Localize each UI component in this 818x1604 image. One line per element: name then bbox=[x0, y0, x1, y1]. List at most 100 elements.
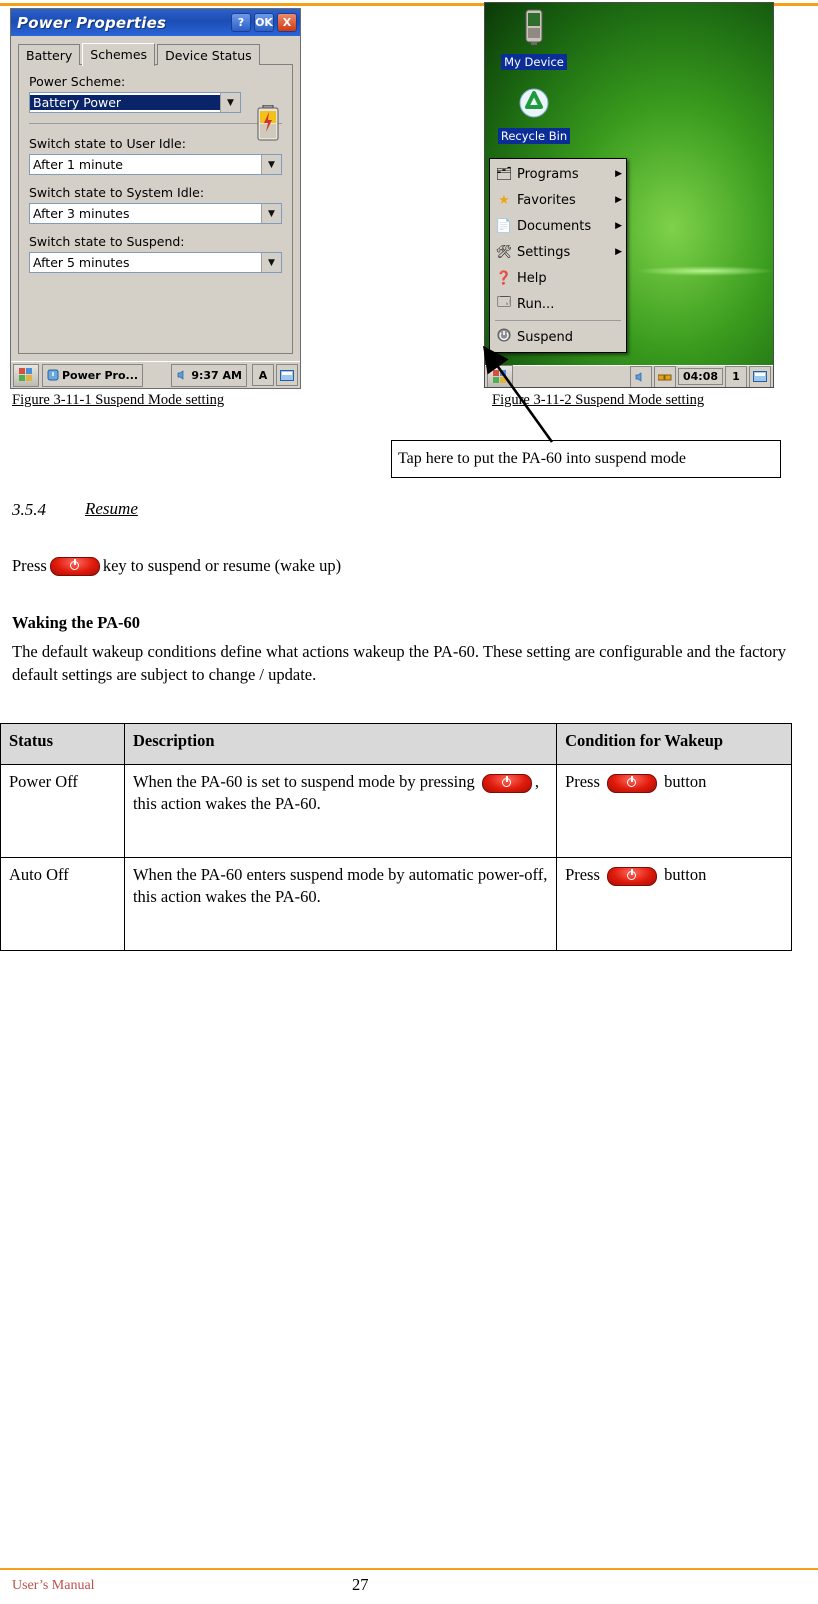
power-scheme-label: Power Scheme: bbox=[29, 74, 126, 89]
tab-schemes[interactable]: Schemes bbox=[82, 43, 156, 66]
favorites-star-icon: ★ bbox=[498, 192, 510, 208]
start-menu-item-favorites[interactable]: ★ Favorites ▶ bbox=[490, 187, 626, 213]
power-key-icon bbox=[607, 773, 658, 793]
dialog-title: Power Properties bbox=[17, 13, 167, 32]
chevron-right-icon: ▶ bbox=[615, 169, 622, 179]
start-menu-item-run[interactable]: 🗔 Run... bbox=[490, 291, 626, 317]
figure-power-properties: Power Properties ? OK X Battery Schemes … bbox=[10, 8, 301, 389]
callout-arrow bbox=[482, 345, 554, 443]
tab-strip: Battery Schemes Device Status bbox=[18, 42, 293, 66]
start-button[interactable] bbox=[13, 363, 39, 387]
chevron-down-icon[interactable]: ▼ bbox=[261, 253, 281, 272]
desktop-background: My Device Recycle Bin 🗂 Programs ▶ ★ Fav… bbox=[485, 3, 773, 365]
taskbar-task-power-properties[interactable]: Power Pro... bbox=[42, 363, 144, 387]
schemes-tab-page: Power Scheme: Battery Power ▼ Switch sta… bbox=[18, 64, 293, 354]
help-icon: ❓ bbox=[495, 270, 513, 286]
start-menu-label: Favorites bbox=[517, 192, 576, 208]
start-menu-item-documents[interactable]: 📄 Documents ▶ bbox=[490, 213, 626, 239]
start-menu-label: Help bbox=[517, 270, 547, 286]
footer-orange-rule bbox=[0, 1568, 818, 1570]
cell-status: Auto Off bbox=[0, 857, 125, 951]
battery-icon bbox=[257, 105, 279, 141]
wakeup-table: Status Description Condition for Wakeup … bbox=[0, 723, 792, 951]
power-scheme-combobox[interactable]: Battery Power ▼ bbox=[29, 92, 241, 113]
cell-condition: Press button bbox=[556, 764, 792, 858]
keyboard-icon bbox=[280, 369, 294, 381]
start-menu-label: Programs bbox=[517, 166, 579, 182]
network-icon bbox=[657, 374, 672, 380]
condition-prefix: Press bbox=[565, 865, 600, 884]
tray-keyboard-icon[interactable] bbox=[749, 365, 771, 387]
settings-icon: 🛠 bbox=[495, 244, 513, 260]
desktop-icon-label: My Device bbox=[501, 54, 567, 70]
chevron-down-icon[interactable]: ▼ bbox=[261, 155, 281, 174]
tray-keyboard-icon[interactable] bbox=[276, 364, 298, 386]
tab-device-status[interactable]: Device Status bbox=[157, 44, 260, 65]
cell-description: When the PA-60 enters suspend mode by au… bbox=[123, 857, 558, 951]
figure1-caption: Figure 3-11-1 Suspend Mode setting bbox=[12, 392, 225, 408]
condition-prefix: Press bbox=[565, 772, 600, 791]
speaker-icon bbox=[177, 370, 184, 380]
suspend-label: Switch state to Suspend: bbox=[29, 234, 185, 249]
system-idle-label: Switch state to System Idle: bbox=[29, 185, 205, 200]
desktop-icon-my-device[interactable]: My Device bbox=[491, 9, 577, 70]
user-idle-combobox[interactable]: After 1 minute ▼ bbox=[29, 154, 282, 175]
suspend-value: After 5 minutes bbox=[33, 255, 130, 270]
description-text-before: When the PA-60 is set to suspend mode by… bbox=[132, 772, 475, 791]
cell-status: Power Off bbox=[0, 764, 125, 858]
dialog-body: Battery Schemes Device Status Power Sche… bbox=[11, 36, 300, 361]
tray-network-icon[interactable] bbox=[653, 365, 676, 387]
header-description: Description bbox=[123, 723, 558, 765]
figure2-tray: 04:08 1 bbox=[628, 365, 771, 387]
start-menu-item-settings[interactable]: 🛠 Settings ▶ bbox=[490, 239, 626, 265]
run-icon: 🗔 bbox=[496, 295, 512, 310]
chevron-down-icon[interactable]: ▼ bbox=[261, 204, 281, 223]
documents-icon: 📄 bbox=[495, 218, 513, 234]
section-number: 3.5.4 bbox=[12, 500, 46, 519]
recycle-icon bbox=[519, 88, 549, 118]
condition-suffix: button bbox=[664, 772, 707, 791]
system-idle-combobox[interactable]: After 3 minutes ▼ bbox=[29, 203, 282, 224]
power-key-icon bbox=[607, 866, 658, 886]
start-menu-item-help[interactable]: ❓ Help bbox=[490, 265, 626, 291]
help-button[interactable]: ? bbox=[231, 13, 251, 32]
desktop-icon-label: Recycle Bin bbox=[497, 128, 571, 144]
close-icon[interactable]: X bbox=[277, 13, 297, 32]
desktop-glow bbox=[635, 266, 773, 276]
resume-instruction: Press key to suspend or resume (wake up) bbox=[12, 556, 341, 576]
tab-battery[interactable]: Battery bbox=[18, 44, 81, 65]
start-menu-label: Run... bbox=[517, 296, 555, 312]
footer-manual-label: User’s Manual bbox=[12, 1578, 95, 1593]
header-condition: Condition for Wakeup bbox=[556, 723, 792, 765]
tray-speaker-icon[interactable] bbox=[629, 365, 652, 387]
chevron-right-icon: ▶ bbox=[615, 247, 622, 257]
start-menu-label: Documents bbox=[517, 218, 592, 234]
start-menu-divider bbox=[495, 320, 621, 321]
section-title: Resume bbox=[85, 499, 138, 518]
start-menu-item-programs[interactable]: 🗂 Programs ▶ bbox=[490, 161, 626, 187]
chevron-down-icon[interactable]: ▼ bbox=[220, 93, 240, 112]
callout-text: Tap here to put the PA-60 into suspend m… bbox=[398, 450, 687, 467]
suspend-combobox[interactable]: After 5 minutes ▼ bbox=[29, 252, 282, 273]
taskbar-clock[interactable]: 9:37 AM bbox=[171, 363, 247, 387]
taskbar-task-label: Power Pro... bbox=[62, 368, 139, 382]
speaker-icon bbox=[636, 371, 642, 382]
ok-button[interactable]: OK bbox=[254, 13, 274, 32]
desktop-icon-recycle-bin[interactable]: Recycle Bin bbox=[491, 87, 577, 144]
power-scheme-value: Battery Power bbox=[30, 95, 220, 110]
dialog-title-bar: Power Properties ? OK X bbox=[11, 9, 300, 36]
start-menu: 🗂 Programs ▶ ★ Favorites ▶ 📄 Documents ▶… bbox=[489, 158, 627, 353]
power-key-icon bbox=[49, 556, 100, 576]
tray-input-icon[interactable]: A bbox=[252, 364, 274, 386]
cell-condition: Press button bbox=[556, 857, 792, 951]
figure1-taskbar: Power Pro... 9:37 AM A bbox=[11, 361, 300, 388]
system-idle-value: After 3 minutes bbox=[33, 206, 130, 221]
page-number: 27 bbox=[352, 1575, 369, 1594]
keyboard-icon bbox=[753, 371, 767, 382]
user-idle-value: After 1 minute bbox=[33, 157, 124, 172]
taskbar-clock[interactable]: 04:08 bbox=[677, 368, 723, 385]
divider bbox=[29, 123, 282, 124]
tray-input-number[interactable]: 1 bbox=[725, 365, 747, 387]
start-menu-label: Settings bbox=[517, 244, 571, 260]
device-icon bbox=[525, 9, 543, 45]
